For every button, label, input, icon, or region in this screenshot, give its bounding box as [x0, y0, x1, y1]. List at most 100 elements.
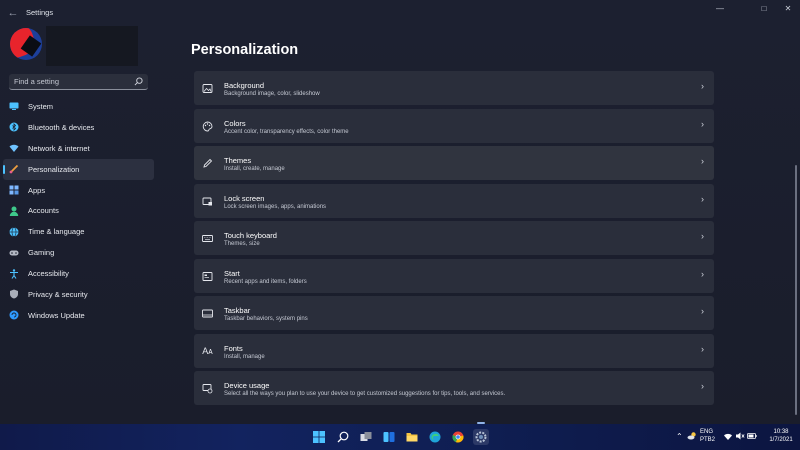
clock-date[interactable]: 1/7/2021 [764, 437, 798, 443]
bluetooth-icon [9, 122, 19, 132]
accessibility-icon [9, 268, 19, 279]
card-title: Lock screen [224, 193, 265, 203]
card-touch-keyboard[interactable]: Touch keyboard Themes, size › [194, 221, 714, 255]
device-usage-icon [202, 383, 213, 394]
fonts-icon: Aᴀ [202, 346, 213, 356]
chevron-right-icon: › [701, 193, 704, 204]
windows-start-icon[interactable] [311, 429, 327, 445]
clock-time[interactable]: 10:38 [766, 429, 796, 435]
card-fonts[interactable]: Aᴀ Fonts Install, manage › [194, 333, 714, 368]
avatar[interactable] [10, 28, 42, 60]
task-view-icon[interactable] [358, 429, 374, 445]
sidebar-item-time-language[interactable]: Time & language [3, 221, 154, 242]
wifi-icon [9, 143, 19, 153]
sidebar-item-label: Privacy & security [28, 289, 88, 299]
palette-icon [202, 121, 213, 132]
card-taskbar[interactable]: Taskbar Taskbar behaviors, system pins › [194, 296, 714, 330]
chevron-right-icon: › [701, 268, 704, 279]
card-subtitle: Select all the ways you plan to use your… [224, 391, 506, 397]
sidebar-item-label: Accessibility [28, 269, 69, 279]
card-lock-screen[interactable]: Lock screen Lock screen images, apps, an… [194, 183, 714, 218]
sidebar-item-label: Personalization [28, 164, 80, 174]
sidebar-item-label: Accounts [28, 206, 59, 216]
sidebar-item-label: Bluetooth & devices [28, 122, 95, 132]
card-subtitle: Background image, color, slideshow [224, 91, 320, 97]
language-indicator[interactable]: ENG [700, 429, 713, 435]
chevron-right-icon: › [701, 343, 704, 354]
card-title: Start [224, 268, 240, 278]
sidebar-item-gaming[interactable]: Gaming [3, 242, 154, 263]
globe-icon [9, 226, 19, 237]
card-start[interactable]: Start Recent apps and items, folders › [194, 258, 714, 293]
scrollbar[interactable] [795, 165, 797, 415]
card-subtitle: Accent color, transparency effects, colo… [224, 128, 349, 135]
weather-icon[interactable] [686, 430, 698, 442]
file-explorer-icon[interactable] [404, 429, 420, 445]
sidebar-nav: System Bluetooth & devices Network & int… [0, 96, 160, 326]
active-app-indicator [477, 422, 485, 424]
search-box[interactable] [9, 74, 148, 90]
lock-screen-icon [202, 196, 213, 207]
sidebar-item-accessibility[interactable]: Accessibility [3, 263, 154, 284]
settings-window: ← Settings — □ ✕ System Bluetooth & devi… [0, 0, 800, 424]
chevron-right-icon: › [701, 156, 704, 166]
chrome-icon[interactable] [450, 429, 466, 445]
gamepad-icon [9, 248, 19, 258]
close-icon[interactable]: ✕ [776, 2, 800, 16]
brush-icon [9, 164, 19, 174]
sidebar-item-personalization[interactable]: Personalization [3, 158, 154, 180]
card-title: Fonts [224, 343, 243, 353]
card-colors[interactable]: Colors Accent color, transparency effect… [194, 108, 714, 143]
search-icon[interactable] [335, 429, 351, 445]
image-icon [202, 83, 213, 94]
chevron-up-icon[interactable]: ⌃ [676, 432, 683, 441]
widgets-icon[interactable] [381, 429, 397, 445]
monitor-icon [9, 101, 19, 111]
search-icon[interactable] [134, 77, 143, 86]
keyboard-icon [202, 233, 213, 244]
sidebar-item-label: Network & internet [28, 143, 90, 153]
sidebar-item-label: Windows Update [28, 310, 85, 320]
battery-icon[interactable] [747, 431, 757, 441]
card-title: Themes [224, 156, 252, 165]
card-background[interactable]: Background Background image, color, slid… [194, 71, 714, 105]
search-input[interactable] [9, 77, 129, 86]
pen-icon [202, 158, 213, 169]
card-subtitle: Lock screen images, apps, animations [224, 203, 327, 210]
card-subtitle: Taskbar behaviors, system pins [224, 316, 308, 322]
wifi-icon[interactable] [723, 431, 733, 441]
settings-card-list: Background Background image, color, slid… [194, 71, 714, 409]
sidebar-item-network[interactable]: Network & internet [3, 138, 154, 159]
card-device-usage[interactable]: Device usage Select all the ways you pla… [194, 371, 714, 405]
card-themes[interactable]: Themes Install, create, manage › [194, 146, 714, 180]
volume-muted-icon[interactable] [735, 431, 745, 441]
apps-icon [9, 185, 19, 195]
card-title: Taskbar [224, 306, 251, 315]
shield-icon [9, 289, 19, 299]
settings-icon[interactable] [473, 429, 489, 445]
card-subtitle: Recent apps and items, folders [224, 278, 307, 285]
sidebar-item-system[interactable]: System [3, 96, 154, 117]
back-arrow-icon[interactable]: ← [6, 6, 20, 20]
person-icon [9, 206, 19, 216]
card-title: Device usage [224, 381, 270, 390]
maximize-icon[interactable]: □ [752, 2, 776, 16]
card-subtitle: Install, manage [224, 353, 265, 360]
app-title: Settings [26, 8, 54, 17]
sidebar-item-apps[interactable]: Apps [3, 180, 154, 201]
card-subtitle: Install, create, manage [224, 166, 285, 172]
chevron-right-icon: › [701, 118, 704, 129]
sidebar-item-label: Gaming [28, 248, 55, 258]
taskbar-icon [202, 308, 213, 319]
card-title: Touch keyboard [224, 231, 277, 240]
keyboard-layout-indicator[interactable]: PTB2 [700, 437, 715, 443]
account-name-area [46, 26, 138, 66]
sidebar-item-label: Time & language [28, 227, 85, 237]
sidebar-item-privacy-security[interactable]: Privacy & security [3, 284, 154, 305]
minimize-icon[interactable]: — [708, 2, 732, 16]
sidebar-item-windows-update[interactable]: Windows Update [3, 305, 154, 326]
sidebar-item-bluetooth[interactable]: Bluetooth & devices [3, 117, 154, 138]
chevron-right-icon: › [701, 306, 704, 316]
edge-icon[interactable] [427, 429, 443, 445]
sidebar-item-accounts[interactable]: Accounts [3, 200, 154, 221]
